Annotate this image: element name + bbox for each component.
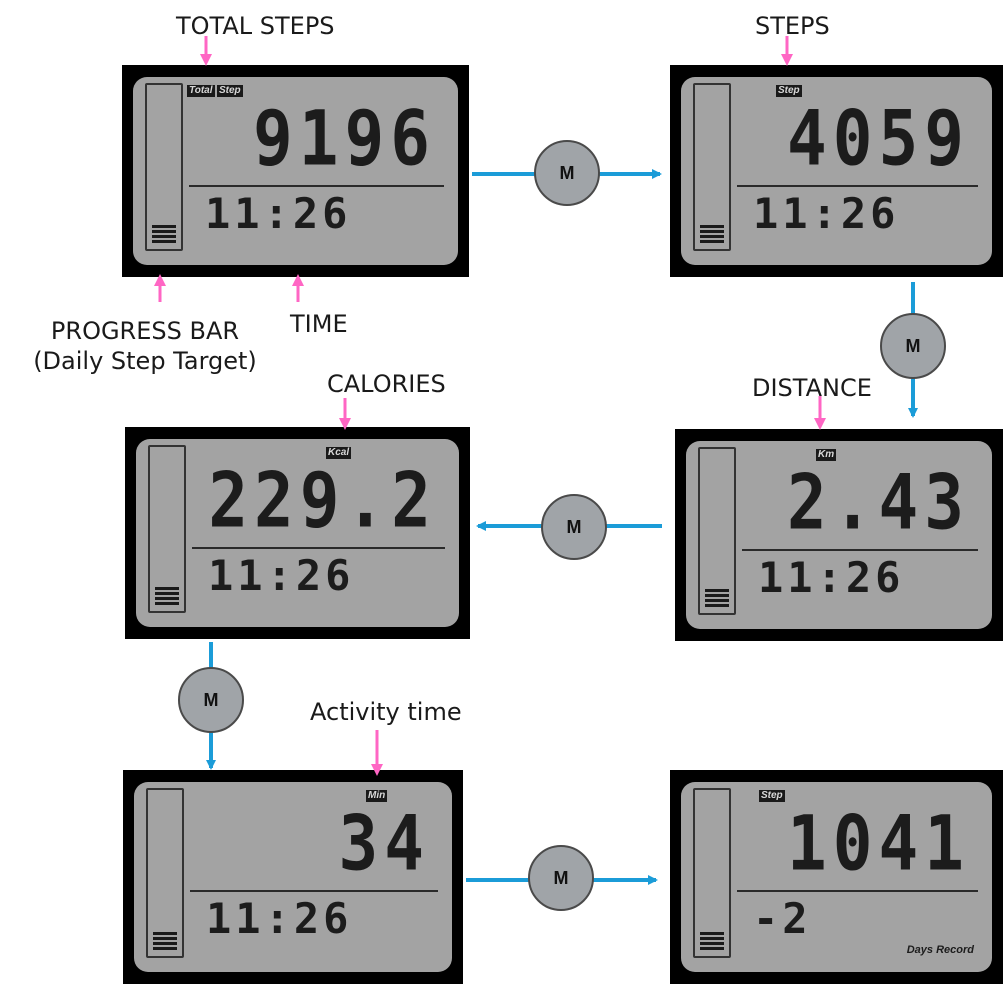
mode-button[interactable]: M xyxy=(541,494,607,560)
mode-button[interactable]: M xyxy=(178,667,244,733)
arrows-overlay xyxy=(154,36,918,885)
mode-button[interactable]: M xyxy=(880,313,946,379)
mode-button[interactable]: M xyxy=(534,140,600,206)
mode-button[interactable]: M xyxy=(528,845,594,911)
